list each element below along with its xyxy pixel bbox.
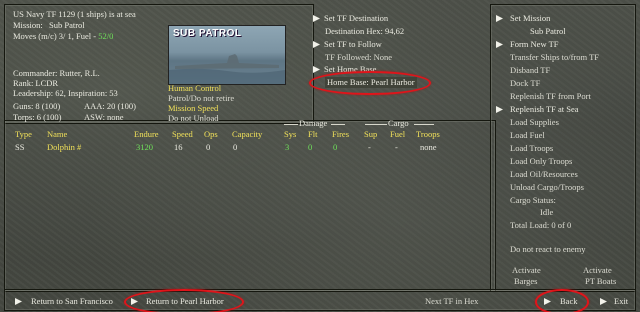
activate-pt-boats-button-line2[interactable]: PT Boats [585, 276, 616, 287]
exit-button[interactable]: Exit [614, 296, 628, 307]
column-header-ops[interactable]: Ops [204, 129, 218, 140]
cell-capacity: 0 [233, 142, 238, 152]
unload-toggle[interactable]: Do not Unload [168, 113, 219, 124]
arrow-right-icon [15, 298, 22, 305]
cell-fuel: - [395, 142, 398, 152]
load-supplies-button[interactable]: Load Supplies [510, 117, 559, 128]
cargo-group-line-right [414, 124, 434, 125]
arrow-right-icon [496, 106, 503, 113]
torps: Torps: 6 (100) [13, 112, 62, 122]
cargo-group-label: Cargo [388, 118, 409, 128]
annotation-oval-return-pearl-harbor [124, 289, 244, 312]
mission-value: Sub Patrol [49, 20, 85, 30]
cargo-group-line-left [365, 124, 387, 125]
next-tf-in-hex-button[interactable]: Next TF in Hex [425, 296, 478, 307]
load-fuel-button[interactable]: Load Fuel [510, 130, 545, 141]
activate-barges-button-line2[interactable]: Barges [514, 276, 537, 287]
total-load: Total Load: 0 of 0 [510, 220, 572, 230]
cell-sup: - [368, 142, 371, 152]
arrow-right-icon [313, 15, 320, 22]
column-header-type[interactable]: Type [15, 129, 32, 140]
tf-followed: TF Followed: None [325, 52, 393, 62]
unload-cargo-button[interactable]: Unload Cargo/Troops [510, 182, 584, 193]
activate-pt-boats-button-line1[interactable]: Activate [583, 265, 612, 276]
damage-group-line-left [284, 124, 298, 125]
cargo-status-value: Idle [540, 207, 554, 217]
aaa: AAA: 20 (100) [84, 101, 136, 111]
cell-fires: 0 [333, 142, 338, 152]
annotation-oval-back [535, 289, 589, 312]
damage-group-line-right [331, 124, 345, 125]
leadership: Leadership: 62, Inspiration: 53 [13, 88, 118, 98]
column-header-endure[interactable]: Endure [134, 129, 159, 140]
column-header-flt[interactable]: Flt [308, 129, 317, 140]
return-san-francisco-button[interactable]: Return to San Francisco [31, 296, 113, 307]
column-header-sup[interactable]: Sup [364, 129, 377, 140]
arrow-right-icon [496, 15, 503, 22]
column-header-capacity[interactable]: Capacity [232, 129, 262, 140]
cell-type: SS [15, 142, 25, 152]
guns: Guns: 8 (100) [13, 101, 61, 111]
mission-label: Mission: [13, 20, 43, 30]
moves-fuel: Moves (m/c) 3/ 1, Fuel - 52/0 [13, 31, 113, 42]
column-header-name[interactable]: Name [47, 129, 67, 140]
cell-endure: 3120 [136, 142, 153, 152]
cell-name[interactable]: Dolphin # [47, 142, 81, 153]
replenish-sea-button[interactable]: Replenish TF at Sea [510, 104, 579, 115]
disband-tf-button[interactable]: Disband TF [510, 65, 550, 76]
photo-caption: SUB PATROL [173, 28, 242, 39]
arrow-right-icon [313, 66, 320, 73]
column-header-troops[interactable]: Troops [416, 129, 440, 140]
column-header-fires[interactable]: Fires [332, 129, 349, 140]
cell-speed: 16 [174, 142, 183, 152]
arrow-right-icon [600, 298, 607, 305]
load-oil-button[interactable]: Load Oil/Resources [510, 169, 578, 180]
ship-photo: SUB PATROL [168, 25, 286, 85]
set-mission-button[interactable]: Set Mission [510, 13, 550, 24]
annotation-oval-home-base [309, 71, 431, 95]
react-to-enemy-toggle[interactable]: Do not react to enemy [510, 244, 586, 255]
cell-flt: 0 [308, 142, 313, 152]
asw: ASW: none [84, 112, 124, 122]
cell-ops: 0 [206, 142, 211, 152]
cell-sys: 3 [285, 142, 290, 152]
damage-group-label: Damage [299, 118, 328, 128]
mission-current: Sub Patrol [530, 26, 566, 36]
moves-text: Moves (m/c) 3/ 1, Fuel - [13, 31, 99, 41]
column-header-speed[interactable]: Speed [172, 129, 193, 140]
dock-tf-button[interactable]: Dock TF [510, 78, 540, 89]
arrow-right-icon [496, 41, 503, 48]
activate-barges-button-line1[interactable]: Activate [512, 265, 541, 276]
replenish-port-button[interactable]: Replenish TF from Port [510, 91, 591, 102]
task-force-screen: US Navy TF 1129 (1 ships) is at sea Miss… [0, 0, 640, 312]
load-troops-button[interactable]: Load Troops [510, 143, 553, 154]
load-only-troops-button[interactable]: Load Only Troops [510, 156, 572, 167]
arrow-right-icon [313, 41, 320, 48]
set-tf-destination-button[interactable]: Set TF Destination [324, 13, 388, 24]
tf-title: US Navy TF 1129 (1 ships) is at sea [13, 9, 136, 19]
cell-troops: none [420, 142, 437, 152]
column-header-fuel[interactable]: Fuel [390, 129, 405, 140]
fuel-value: 52/0 [98, 31, 114, 41]
transfer-ships-button[interactable]: Transfer Ships to/from TF [510, 52, 599, 63]
cargo-status-label: Cargo Status: [510, 195, 556, 205]
destination-hex: Destination Hex: 94,62 [325, 26, 405, 36]
form-new-tf-button[interactable]: Form New TF [510, 39, 559, 50]
column-header-sys[interactable]: Sys [284, 129, 296, 140]
set-tf-to-follow-button[interactable]: Set TF to Follow [324, 39, 382, 50]
